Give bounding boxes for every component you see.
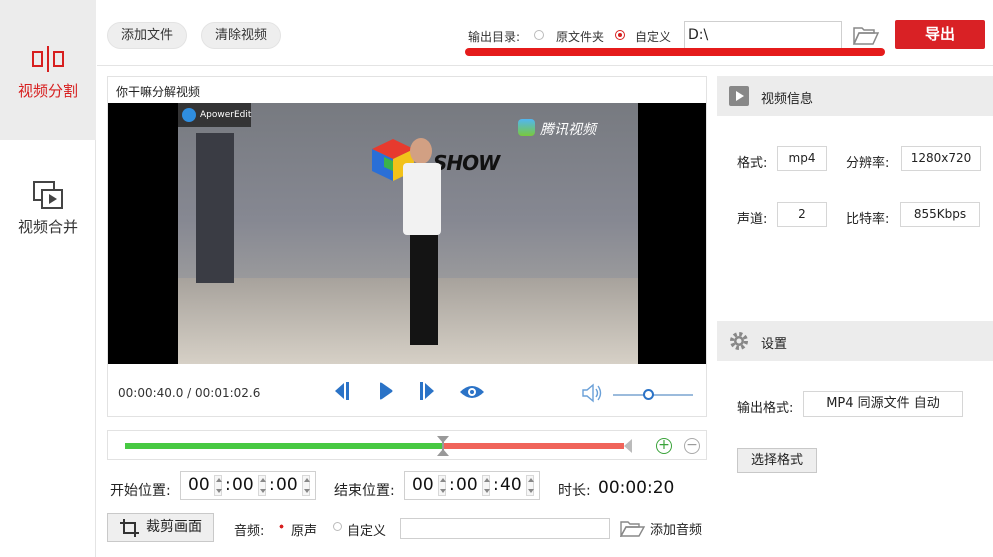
radio-source-folder-label: 原文件夹 [556, 30, 605, 44]
add-audio-label: 添加音频 [650, 523, 703, 538]
bitrate-label: 比特率: [846, 212, 890, 227]
end-seconds-stepper[interactable] [526, 475, 534, 496]
add-audio-button[interactable]: 添加音频 [620, 519, 702, 538]
video-floor [178, 278, 638, 364]
toolbar: 添加文件 清除视频 输出目录: 原文件夹 自定义 D:\ 导出 [97, 0, 993, 66]
output-dir-input[interactable]: D:\ [684, 21, 842, 50]
zoom-out-button[interactable]: − [684, 438, 700, 454]
channels-label: 声道: [737, 212, 768, 227]
crop-button[interactable]: 裁剪画面 [107, 513, 214, 542]
start-seconds[interactable]: 00 [276, 472, 298, 499]
dancer-head [410, 138, 432, 164]
video-stage: SHOW 腾讯视频 [178, 103, 638, 364]
radio-custom-folder-label: 自定义 [635, 30, 672, 44]
tencent-logo-icon [518, 119, 535, 136]
format-value: mp4 [777, 146, 827, 171]
apower-watermark-text: ApowerEdit [200, 110, 252, 120]
settings-title: 设置 [761, 337, 788, 352]
sidebar-item-merge[interactable]: 视频合并 [0, 170, 96, 250]
volume-icon[interactable] [581, 383, 603, 403]
radio-audio-original[interactable] [277, 522, 286, 531]
sidebar-item-split[interactable]: 视频分割 [0, 0, 96, 140]
dancer-legs [410, 235, 438, 345]
volume-slider-knob[interactable] [643, 389, 654, 400]
video-window [196, 133, 234, 283]
sidebar: 视频分割 视频合并 [0, 0, 96, 557]
sidebar-item-label: 视频合并 [17, 218, 78, 236]
annotation-underline [465, 48, 885, 56]
duration-label: 时长: [558, 483, 591, 499]
preview-eye-icon[interactable] [459, 384, 485, 400]
choose-format-button[interactable]: 选择格式 [737, 448, 817, 473]
player-controls: 00:00:40.0 / 00:01:02.6 [108, 364, 706, 416]
video-panel: 你干嘛分解视频 SHOW 腾讯视频 ApowerEdit 00:00:40.0 … [107, 76, 707, 417]
add-file-button[interactable]: 添加文件 [107, 22, 188, 49]
folder-open-icon [620, 521, 646, 537]
end-minutes[interactable]: 00 [456, 472, 478, 499]
start-time-input[interactable]: 00 : 00 : 00 [180, 471, 316, 500]
video-title: 你干嘛分解视频 [116, 85, 201, 99]
next-frame-icon[interactable] [418, 381, 436, 401]
trim-timeline[interactable]: + − [107, 430, 707, 460]
video-info-title: 视频信息 [761, 92, 814, 107]
radio-source-folder[interactable] [534, 30, 544, 40]
stage-logo-text: SHOW [433, 151, 500, 175]
prev-frame-icon[interactable] [333, 381, 351, 401]
start-hours[interactable]: 00 [188, 472, 210, 499]
duration-value: 00:00:20 [598, 478, 675, 498]
end-minutes-stepper[interactable] [482, 475, 490, 496]
gear-icon [730, 332, 748, 350]
end-hours[interactable]: 00 [412, 472, 434, 499]
start-minutes[interactable]: 00 [232, 472, 254, 499]
tencent-watermark-text: 腾讯视频 [540, 122, 596, 138]
apower-logo-icon [182, 108, 196, 122]
end-position-label: 结束位置: [334, 483, 395, 499]
tencent-watermark: 腾讯视频 [518, 119, 596, 139]
settings-header: 设置 [717, 321, 993, 361]
start-minutes-stepper[interactable] [258, 475, 266, 496]
resolution-value: 1280x720 [901, 146, 981, 171]
output-format-field[interactable]: MP4 同源文件 自动 [803, 391, 963, 417]
crop-icon [120, 519, 139, 537]
start-seconds-stepper[interactable] [302, 475, 310, 496]
zoom-in-button[interactable]: + [656, 438, 672, 454]
merge-icon [33, 181, 63, 209]
bitrate-value: 855Kbps [900, 202, 980, 227]
end-hours-stepper[interactable] [438, 475, 446, 496]
folder-open-icon[interactable] [852, 24, 880, 46]
dancer-body [403, 163, 441, 235]
apower-watermark: ApowerEdit [178, 103, 251, 127]
radio-audio-custom-label: 自定义 [347, 524, 387, 539]
output-format-label: 输出格式: [737, 401, 794, 416]
format-label: 格式: [737, 156, 768, 171]
channels-value: 2 [777, 202, 827, 227]
start-hours-stepper[interactable] [214, 475, 222, 496]
video-frame[interactable]: SHOW 腾讯视频 ApowerEdit [108, 103, 706, 364]
audio-label: 音频: [234, 524, 265, 539]
video-info-header: 视频信息 [717, 76, 993, 116]
clear-video-button[interactable]: 清除视频 [201, 22, 282, 49]
time-display: 00:00:40.0 / 00:01:02.6 [118, 386, 261, 400]
timeline-cut-segment [443, 443, 624, 449]
radio-audio-custom[interactable] [333, 522, 342, 531]
timeline-end-handle-icon[interactable] [622, 439, 632, 453]
output-dir-label: 输出目录: [468, 30, 521, 44]
end-seconds[interactable]: 40 [500, 472, 522, 499]
resolution-label: 分辨率: [846, 156, 890, 171]
radio-custom-folder[interactable] [615, 30, 625, 40]
sidebar-item-label: 视频分割 [17, 82, 78, 100]
radio-audio-original-label: 原声 [291, 524, 318, 539]
timeline-kept-segment [125, 443, 443, 449]
start-position-label: 开始位置: [110, 483, 171, 499]
video-info-icon [729, 86, 749, 106]
crop-button-label: 裁剪画面 [146, 519, 202, 535]
app-window: 视频分割 视频合并 添加文件 清除视频 输出目录: 原文件夹 自定义 D:\ 导… [0, 0, 993, 557]
audio-path-input[interactable] [400, 518, 610, 539]
split-icon [32, 46, 64, 72]
play-icon[interactable] [378, 381, 394, 401]
end-time-input[interactable]: 00 : 00 : 40 [404, 471, 540, 500]
timeline-playhead-icon[interactable] [436, 435, 450, 457]
export-button[interactable]: 导出 [895, 20, 985, 49]
